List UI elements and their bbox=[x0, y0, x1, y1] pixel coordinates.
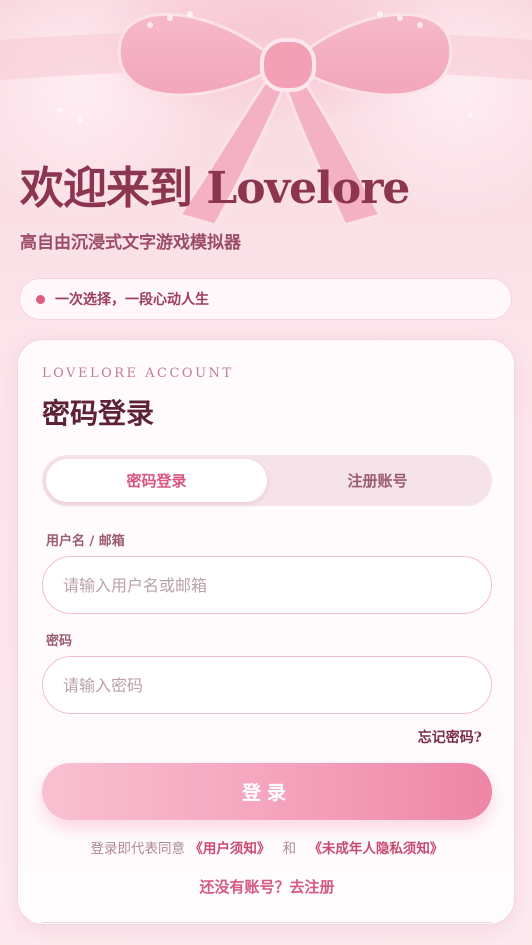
password-label: 密码 bbox=[46, 634, 73, 649]
tab-password-login[interactable]: 密码登录 bbox=[46, 459, 267, 502]
agreement-and: 和 bbox=[282, 841, 297, 857]
card-eyebrow: LOVELORE ACCOUNT bbox=[42, 366, 234, 381]
slogan-text: 一次选择，一段心动人生 bbox=[55, 292, 209, 308]
auth-tabs: 密码登录 注册账号 bbox=[42, 455, 492, 506]
welcome-title: 欢迎来到 Lovelore bbox=[20, 163, 410, 214]
login-card: LOVELORE ACCOUNT 密码登录 密码登录 注册账号 用户名 / 邮箱… bbox=[17, 339, 515, 925]
card-title: 密码登录 bbox=[42, 397, 155, 430]
username-label: 用户名 / 邮箱 bbox=[46, 534, 125, 549]
tab-register[interactable]: 注册账号 bbox=[267, 459, 488, 502]
card-divider bbox=[42, 922, 492, 923]
user-terms-link[interactable]: 《用户须知》 bbox=[189, 841, 270, 857]
welcome-subtitle: 高自由沉浸式文字游戏模拟器 bbox=[20, 233, 241, 253]
minor-privacy-link[interactable]: 《未成年人隐私须知》 bbox=[308, 841, 443, 857]
password-input[interactable] bbox=[42, 656, 492, 714]
username-input[interactable] bbox=[42, 556, 492, 614]
login-button[interactable]: 登录 bbox=[42, 763, 492, 820]
slogan-banner: 一次选择，一段心动人生 bbox=[19, 278, 512, 320]
go-register-link[interactable]: 还没有账号？去注册 bbox=[18, 876, 516, 897]
agreement-prefix: 登录即代表同意 bbox=[90, 841, 186, 857]
agreement-text: 登录即代表同意 《用户须知》 和 《未成年人隐私须知》 bbox=[18, 837, 516, 857]
forgot-password-link[interactable]: 忘记密码? bbox=[418, 727, 482, 747]
bullet-dot-icon bbox=[36, 294, 45, 304]
